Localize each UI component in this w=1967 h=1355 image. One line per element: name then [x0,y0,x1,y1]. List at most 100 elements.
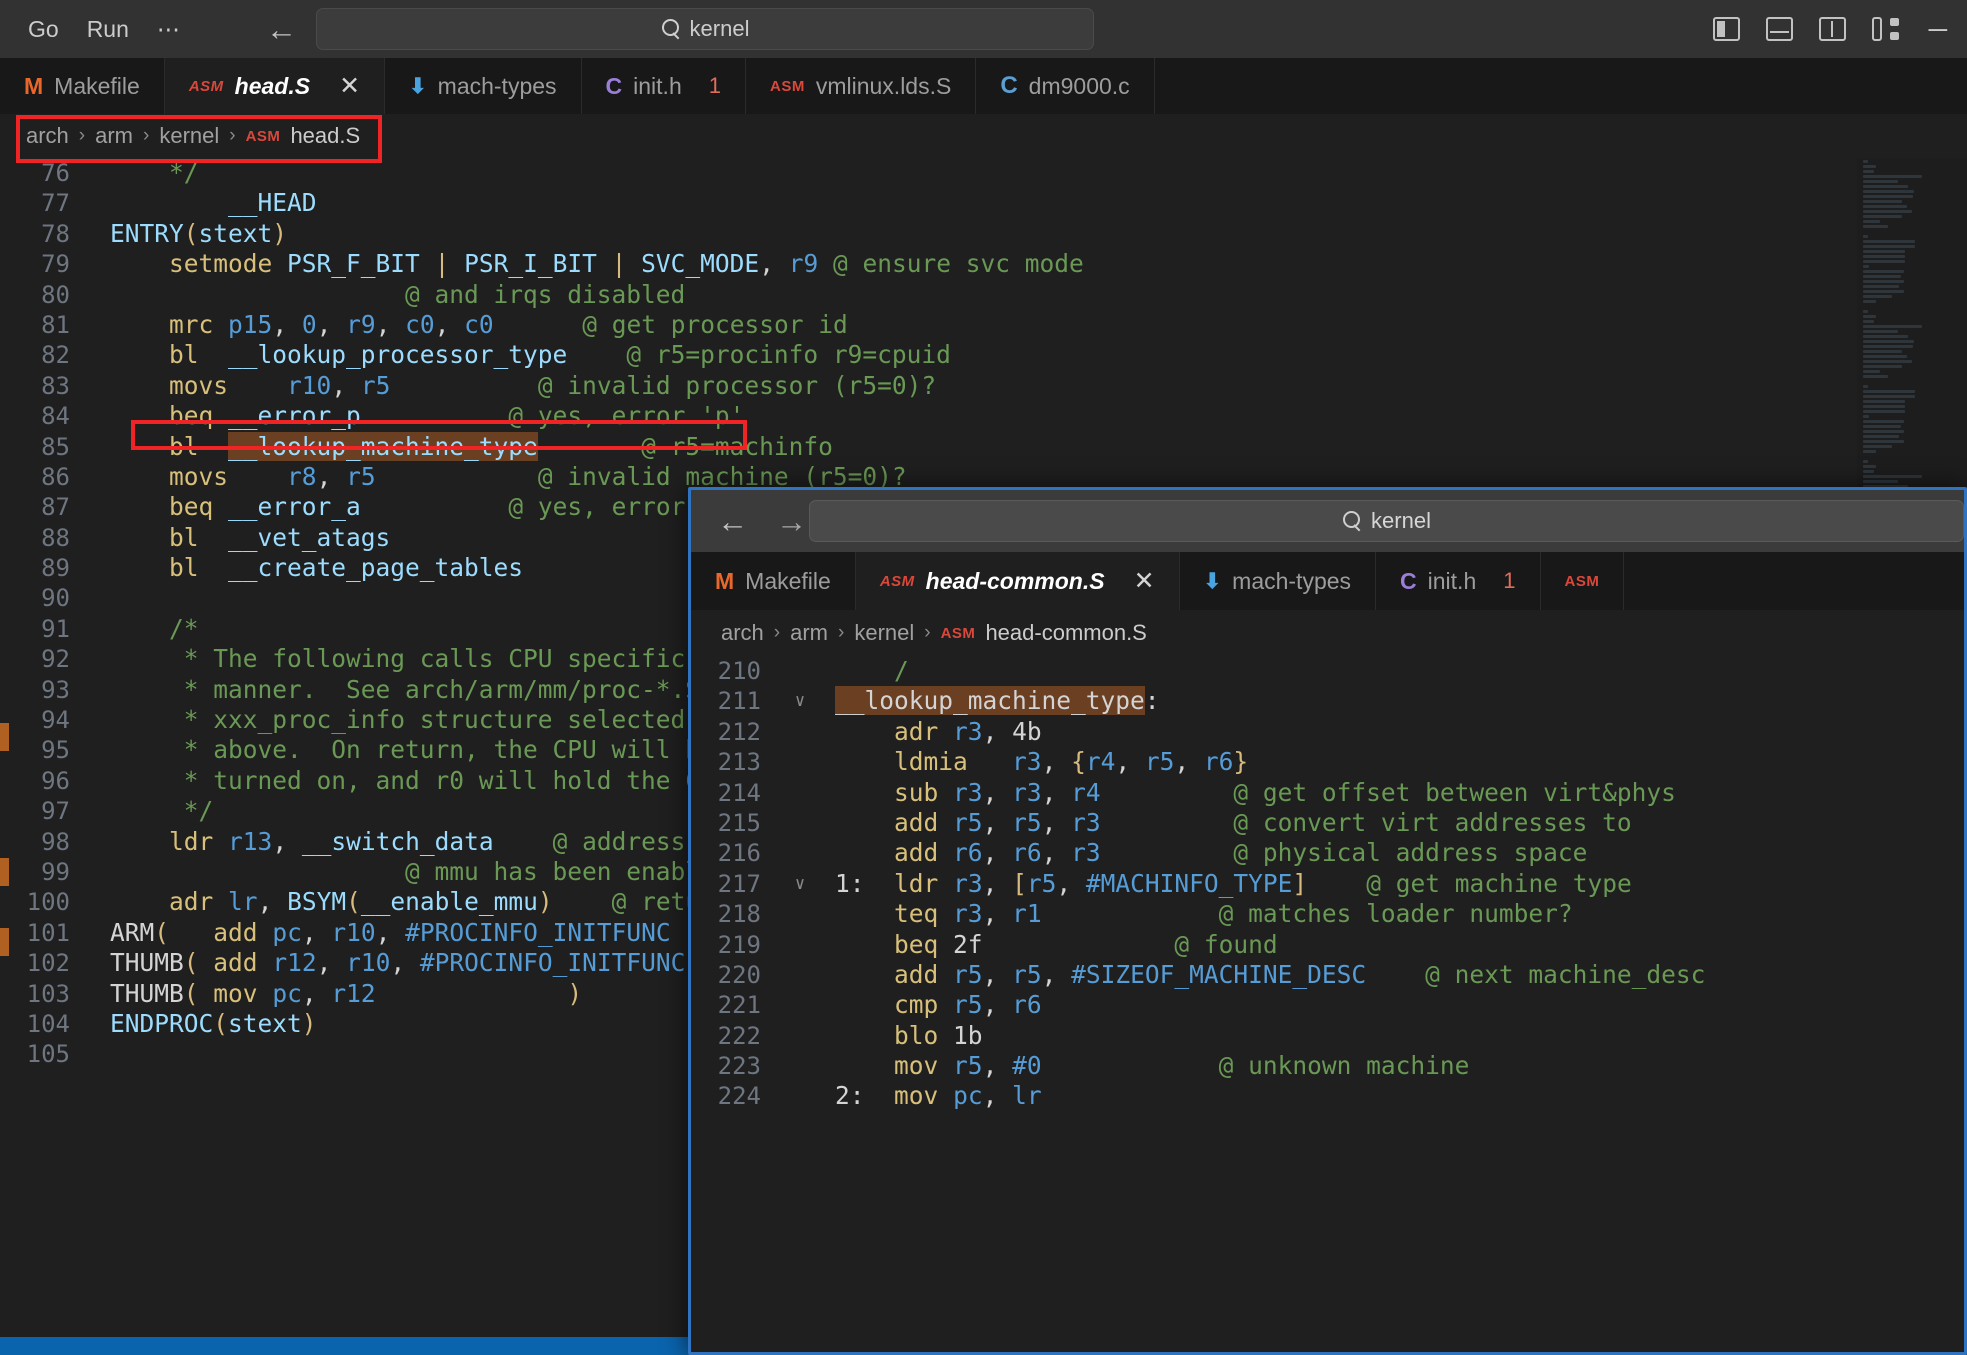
back-arrow-icon[interactable]: ← [717,506,748,537]
minimize-button[interactable]: ─ [1929,16,1947,42]
menu-more[interactable]: ⋯ [143,12,194,47]
tab-label: init.h [1427,567,1477,594]
code-line[interactable]: 211 ∨ __lookup_machine_type: [691,686,1964,716]
code-token: */ [183,796,214,826]
code-token: , [316,309,347,339]
code-line[interactable]: 210 / [691,656,1964,686]
code-token: setmode [169,249,273,279]
code-token: __error_p [228,401,361,431]
code-line[interactable]: 79 setmode PSR_F_BIT | PSR_I_BIT | SVC_M… [0,249,1967,279]
breadcrumb[interactable]: arch › arm › kernel › ASM head.S [0,114,1967,158]
code-line[interactable]: 83 movs r10, r5 @ invalid processor (r5=… [0,371,1967,401]
forward-arrow-icon[interactable]: → [776,506,807,537]
tab-mach-types[interactable]: ⬇ mach-types [385,58,582,114]
customize-layout-icon[interactable] [1871,17,1899,41]
line-number: 219 [717,930,761,959]
breadcrumb-part-kernel[interactable]: kernel [854,620,914,646]
code-line[interactable]: 219 beq 2f @ found [691,930,1964,960]
toggle-panel-icon[interactable] [1765,17,1793,41]
code-line[interactable]: 84 beq __error_p @ yes, error 'p' [0,401,1967,431]
breadcrumb-part-kernel[interactable]: kernel [159,123,219,149]
menu-run[interactable]: Run [73,12,143,47]
minimap-line [1863,330,1899,333]
code-token: #SIZEOF_MACHINE_DESC [1071,959,1367,989]
code-line[interactable]: 85 bl __lookup_machine_type @ r5=machinf… [0,431,1967,462]
code-line[interactable]: 214 sub r3, r3, r4 @ get offset between … [691,778,1964,808]
code-text: @ mmu has been enabled [92,857,730,887]
tab-dm9000-c[interactable]: Cdm9000.c [976,58,1155,114]
chevron-right-icon: › [773,622,781,643]
line-number: 222 [717,1021,761,1050]
float-breadcrumb[interactable]: arch › arm › kernel › ASM head-common.S [691,610,1964,656]
code-line[interactable]: 212 adr r3, 4b [691,717,1964,747]
code-line[interactable]: 216 add r6, r6, r3 @ physical address sp… [691,838,1964,868]
code-token: __switch_data [301,826,494,856]
tab-head-common-s[interactable]: ASM head-common.S ✕ [855,552,1180,610]
code-line[interactable]: 215 add r5, r5, r3 @ convert virt addres… [691,808,1964,838]
back-arrow-icon[interactable]: ← [266,14,297,45]
minimap-line [1863,340,1915,343]
code-line[interactable]: 82 bl __lookup_processor_type @ r5=proci… [0,340,1967,370]
tab-makefile[interactable]: M Makefile [691,552,856,610]
close-icon[interactable]: ✕ [339,71,360,101]
code-line[interactable]: 77 __HEAD [0,188,1967,218]
tab-extra[interactable]: ASM [1540,552,1625,610]
fold-chevron-icon[interactable]: ∨ [783,686,817,716]
code-token: , [982,1081,1013,1111]
float-code-content[interactable]: 210 /211 ∨ __lookup_machine_type: 212 adr r… [691,656,1964,1112]
toggle-secondary-sidebar-icon[interactable] [1818,17,1846,41]
code-line[interactable]: 81 mrc p15, 0, r9, c0, c0 @ get processo… [0,310,1967,340]
asm-file-icon: ASM [188,77,224,95]
code-text: @ and irqs disabled [92,280,685,310]
breadcrumb-part-arm[interactable]: arm [95,123,133,149]
tab-init-h[interactable]: Cinit.h 1 [1376,552,1541,610]
code-line[interactable]: 217 ∨ 1: ldr r3, [r5, #MACHINFO_TYPE] @ ge… [691,869,1964,899]
tab-problem-badge: 1 [1503,568,1516,593]
floating-editor-window[interactable]: ← → kernel M Makefile ASM head-common.S ✕ ⬇ ma… [688,487,1967,1355]
code-token: ( [183,978,199,1008]
tab-makefile[interactable]: M Makefile [0,58,165,114]
line-number: 216 [717,839,761,868]
breadcrumb-part-arm[interactable]: arm [790,620,828,646]
menu-go[interactable]: Go [14,12,73,47]
code-text: */ [92,158,199,188]
tab-init-h[interactable]: Cinit.h 1 [581,58,746,114]
code-line[interactable]: 76 */ [0,158,1967,188]
breadcrumb-filename[interactable]: head-common.S [985,620,1146,646]
code-line[interactable]: 224 2: mov pc, lr [691,1081,1964,1111]
asm-file-icon: ASM [1564,572,1600,590]
code-line[interactable]: 80 @ and irqs disabled [0,280,1967,310]
code-line[interactable]: 222 blo 1b [691,1021,1964,1051]
command-search-box[interactable]: kernel [316,8,1094,50]
code-line[interactable]: 220 add r5, r5, #SIZEOF_MACHINE_DESC @ n… [691,960,1964,990]
toggle-primary-sidebar-icon[interactable] [1712,17,1740,41]
code-token: , [316,461,347,491]
line-number: 214 [717,778,761,807]
breadcrumb-part-arch[interactable]: arch [721,620,764,646]
breadcrumb-part-arch[interactable]: arch [26,123,69,149]
code-line[interactable]: 213 ldmia r3, {r4, r5, r6} [691,747,1964,777]
close-icon[interactable]: ✕ [1134,566,1155,596]
code-token: @ r5=procinfo r9=cpuid [626,340,951,370]
code-line[interactable]: 78 ENTRY(stext) [0,219,1967,249]
tab-head-s[interactable]: ASM head.S ✕ [164,58,386,114]
code-text: */ [92,796,214,826]
minimap-line [1863,210,1912,213]
breadcrumb-filename[interactable]: head.S [290,123,360,149]
float-editor[interactable]: 210 /211 ∨ __lookup_machine_type: 212 adr r… [691,656,1964,1352]
float-command-search-box[interactable]: kernel [809,500,1964,542]
tab-mach-types[interactable]: ⬇ mach-types [1179,552,1377,610]
line-number: 103 [26,979,70,1008]
tab-vmlinux-lds-s[interactable]: ASM vmlinux.lds.S [746,58,977,114]
code-line[interactable]: 223 mov r5, #0 @ unknown machine [691,1051,1964,1081]
code-line[interactable]: 221 cmp r5, r6 [691,990,1964,1020]
code-line[interactable]: 218 teq r3, r1 @ matches loader number? [691,899,1964,929]
code-token: r5 [953,990,983,1020]
fold-chevron-icon[interactable]: ∨ [783,869,817,899]
